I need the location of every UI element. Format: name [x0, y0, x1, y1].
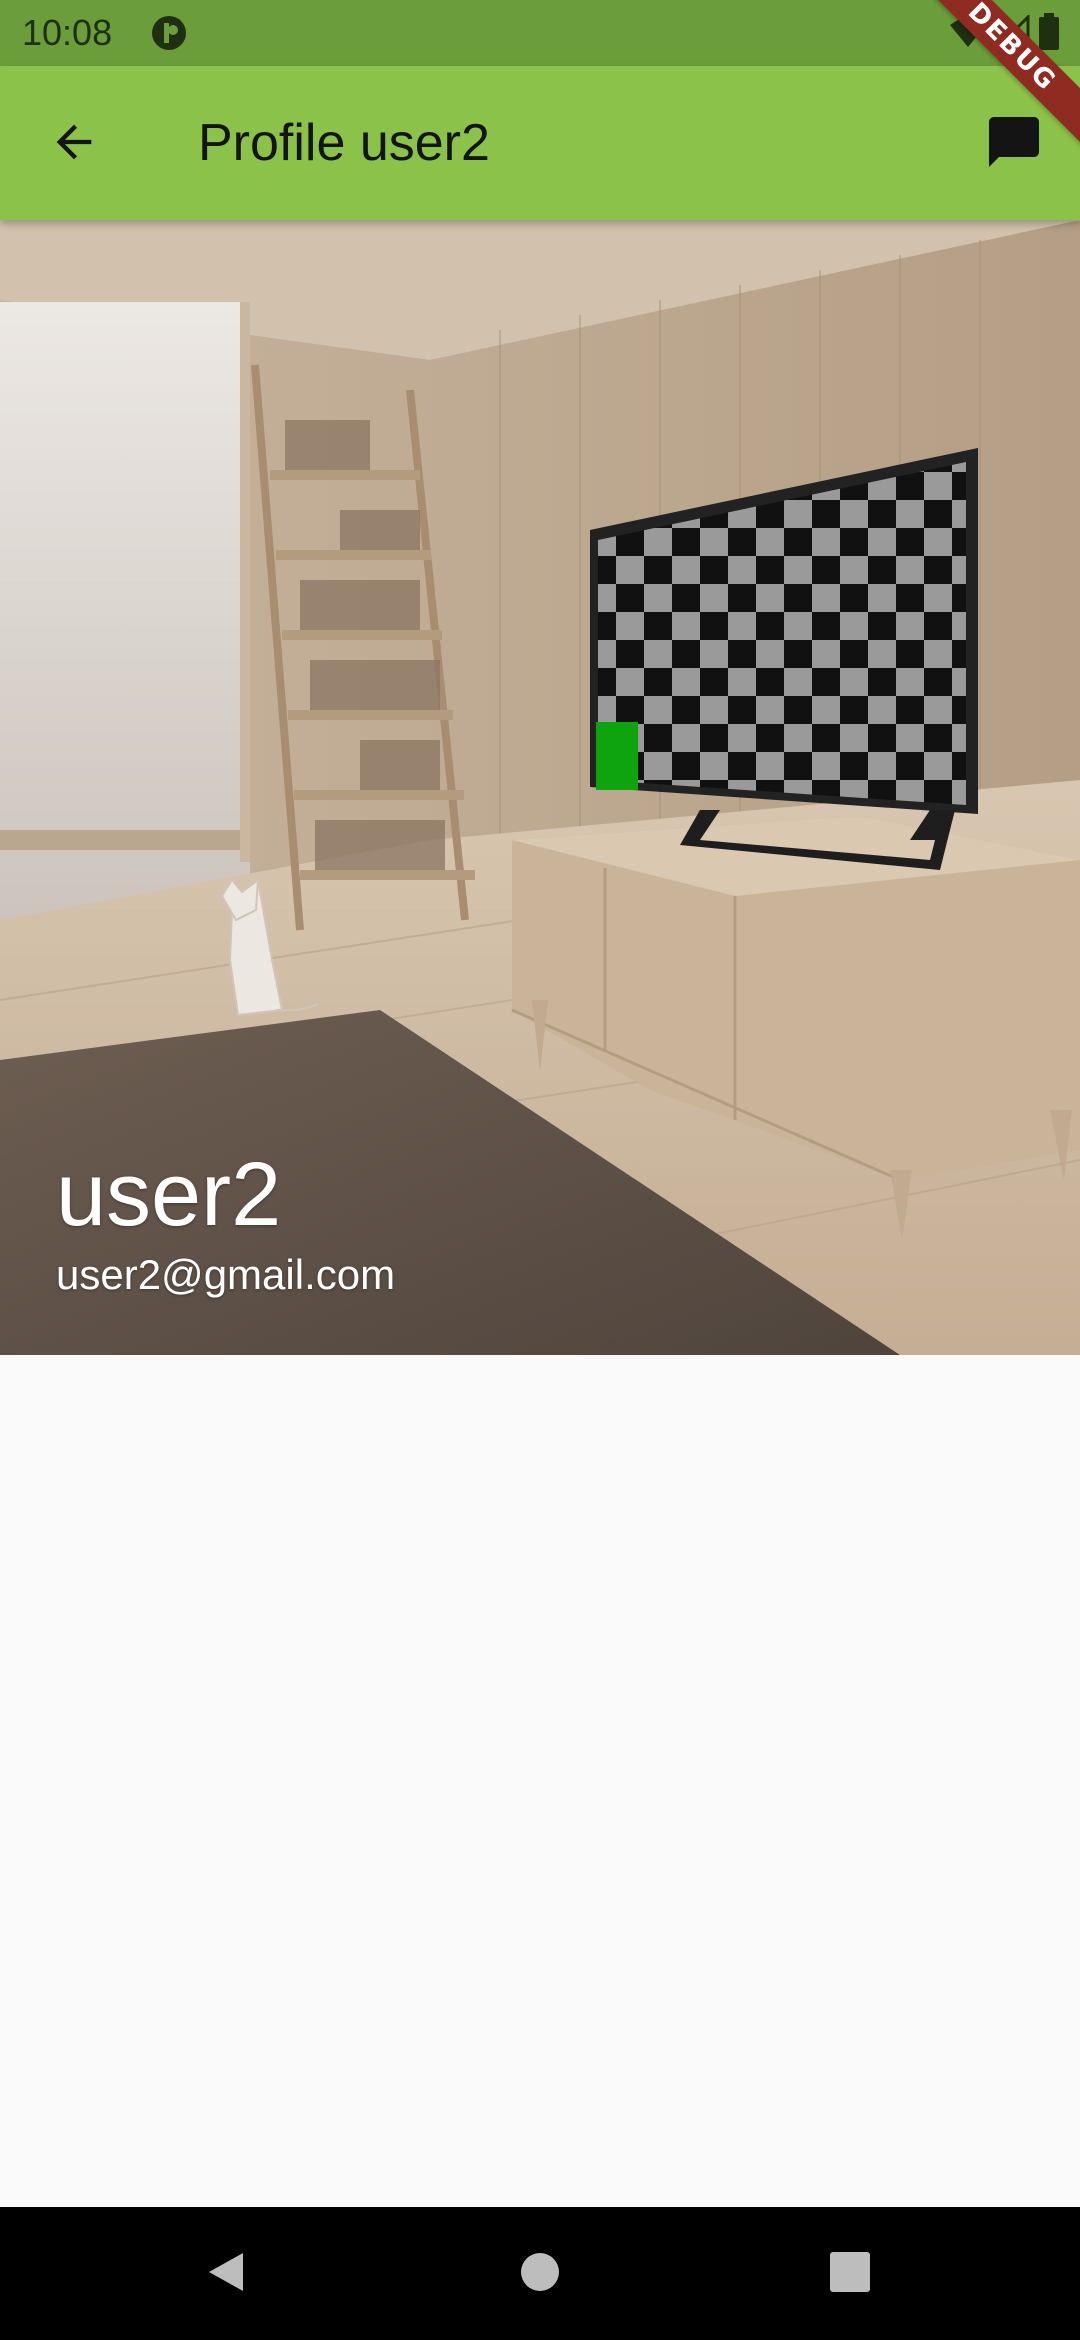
home-circle-icon — [518, 2250, 562, 2299]
nav-home-button[interactable] — [497, 2231, 583, 2317]
status-bar: 10:08 — [0, 0, 1080, 66]
back-triangle-icon — [203, 2249, 249, 2300]
back-button[interactable] — [36, 106, 112, 182]
arrow-back-icon — [48, 116, 100, 173]
profile-name: user2 — [56, 1145, 282, 1245]
status-time: 10:08 — [22, 12, 113, 53]
recents-square-icon — [828, 2250, 872, 2299]
profile-header: user2 user2@gmail.com — [0, 220, 1080, 1355]
message-button[interactable] — [976, 106, 1052, 182]
nav-back-button[interactable] — [183, 2231, 269, 2317]
message-icon — [984, 112, 1044, 177]
profile-email: user2@gmail.com — [56, 1251, 396, 1298]
system-navigation-bar — [0, 2207, 1080, 2340]
app-notification-icon — [150, 14, 188, 52]
app-bar: Profile user2 — [0, 66, 1080, 220]
nav-recents-button[interactable] — [807, 2231, 893, 2317]
profile-content — [0, 1355, 1080, 2207]
page-title: Profile user2 — [198, 114, 490, 172]
